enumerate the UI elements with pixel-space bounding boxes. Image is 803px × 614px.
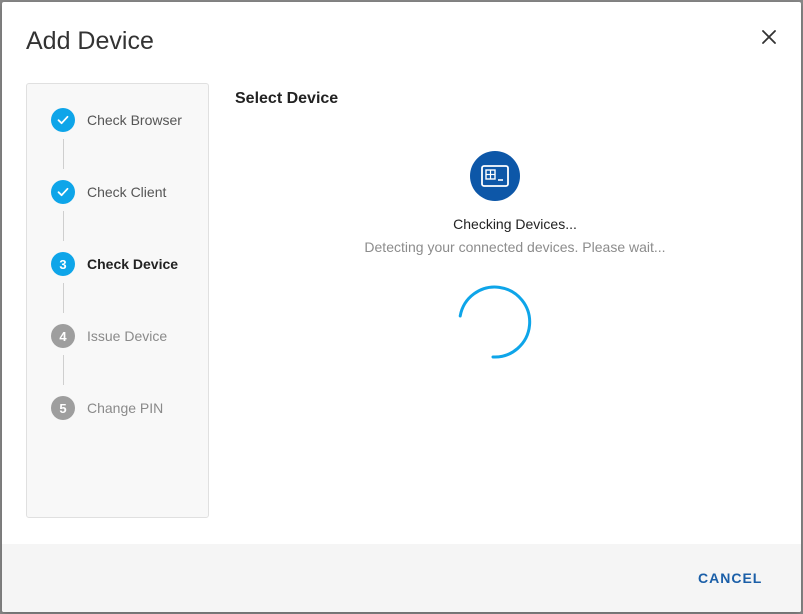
step-label: Issue Device bbox=[87, 328, 168, 344]
add-device-dialog: Add Device Check Browser Check Client 3 … bbox=[2, 2, 801, 612]
loading-spinner-icon bbox=[455, 282, 535, 362]
step-issue-device: 4 Issue Device bbox=[51, 323, 167, 349]
step-label: Check Browser bbox=[87, 112, 182, 128]
step-check-device: 3 Check Device bbox=[51, 251, 178, 277]
step-complete-check-icon bbox=[51, 180, 75, 204]
step-connector bbox=[63, 139, 64, 169]
step-number: 4 bbox=[51, 324, 75, 348]
step-complete-check-icon bbox=[51, 108, 75, 132]
step-label: Change PIN bbox=[87, 400, 164, 416]
step-check-client: Check Client bbox=[51, 179, 166, 205]
dialog-title: Add Device bbox=[26, 27, 154, 55]
step-connector bbox=[63, 211, 64, 241]
step-number: 5 bbox=[51, 396, 75, 420]
dialog-footer: CANCEL bbox=[2, 544, 801, 612]
smart-card-reader-icon bbox=[470, 151, 520, 201]
close-button[interactable] bbox=[756, 24, 782, 50]
step-label: Check Device bbox=[87, 256, 179, 272]
close-icon bbox=[762, 30, 776, 44]
section-title: Select Device bbox=[235, 90, 339, 107]
status-subtitle: Detecting your connected devices. Please… bbox=[364, 239, 666, 255]
cancel-button[interactable]: CANCEL bbox=[690, 566, 770, 590]
step-connector bbox=[63, 355, 64, 385]
step-number: 3 bbox=[51, 252, 75, 276]
status-title: Checking Devices... bbox=[453, 216, 577, 232]
step-label: Check Client bbox=[87, 184, 167, 200]
step-connector bbox=[63, 283, 64, 313]
step-check-browser: Check Browser bbox=[51, 107, 182, 133]
step-change-pin: 5 Change PIN bbox=[51, 395, 163, 421]
stepper: Check Browser Check Client 3 Check Devic… bbox=[26, 83, 209, 518]
